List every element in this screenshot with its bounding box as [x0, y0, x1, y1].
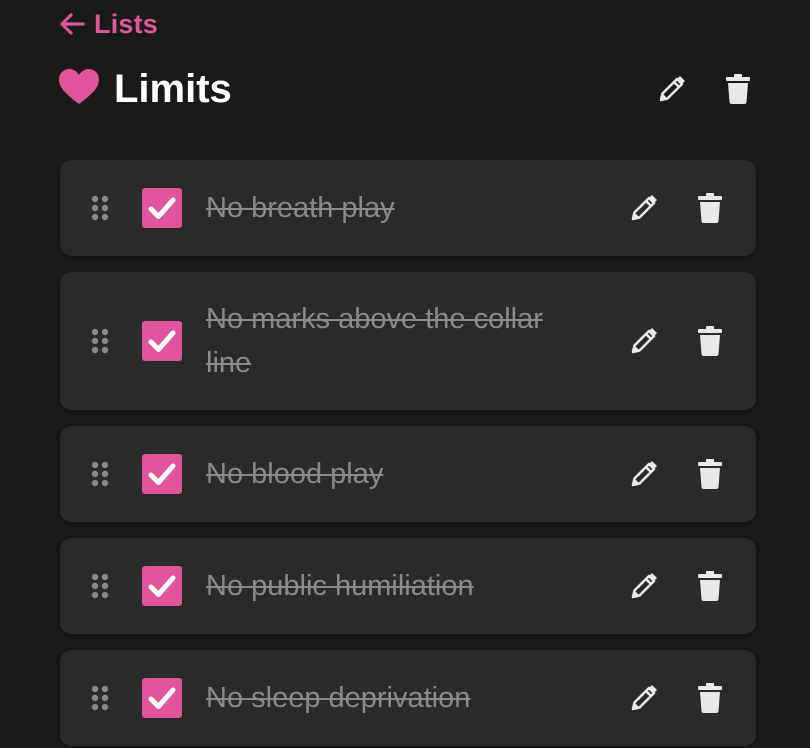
item-text: No blood play [206, 458, 384, 490]
checkmark-icon [148, 196, 176, 220]
trash-icon [725, 73, 751, 105]
checkmark-icon [148, 686, 176, 710]
trash-icon [697, 682, 723, 714]
item-checkbox[interactable] [142, 321, 182, 361]
delete-item-button[interactable] [690, 321, 730, 361]
edit-item-button[interactable] [624, 678, 664, 718]
delete-item-button[interactable] [690, 188, 730, 228]
page-title: Limits [114, 66, 232, 111]
heart-icon [58, 68, 100, 111]
item-checkbox[interactable] [142, 678, 182, 718]
limits-list: No breath play No marks above the collar… [60, 160, 756, 748]
pencil-icon [629, 326, 659, 356]
drag-handle[interactable] [90, 684, 112, 712]
delete-item-button[interactable] [690, 566, 730, 606]
back-link-label: Lists [94, 8, 159, 39]
pencil-icon [629, 459, 659, 489]
list-header: Limits [58, 64, 758, 114]
item-checkbox[interactable] [142, 566, 182, 606]
delete-item-button[interactable] [690, 678, 730, 718]
pencil-icon [629, 683, 659, 713]
item-text: No breath play [206, 192, 395, 224]
list-item: No marks above the collar line [60, 272, 756, 410]
pencil-icon [629, 193, 659, 223]
checkmark-icon [148, 462, 176, 486]
list-item: No public humiliation [60, 538, 756, 634]
arrow-left-icon [58, 12, 86, 36]
trash-icon [697, 458, 723, 490]
drag-handle-icon [90, 460, 110, 488]
checkmark-icon [148, 329, 176, 353]
item-checkbox[interactable] [142, 188, 182, 228]
item-text: No marks above the collar line [206, 303, 543, 379]
drag-handle[interactable] [90, 327, 112, 355]
back-to-lists-link[interactable]: Lists [58, 6, 158, 42]
drag-handle[interactable] [90, 572, 112, 600]
edit-item-button[interactable] [624, 321, 664, 361]
pencil-icon [657, 74, 687, 104]
edit-item-button[interactable] [624, 454, 664, 494]
pencil-icon [629, 571, 659, 601]
trash-icon [697, 192, 723, 224]
drag-handle-icon [90, 572, 110, 600]
trash-icon [697, 325, 723, 357]
list-detail-page: Lists Limits No breath play No marks abo… [0, 0, 810, 748]
drag-handle[interactable] [90, 194, 112, 222]
item-checkbox[interactable] [142, 454, 182, 494]
drag-handle-icon [90, 684, 110, 712]
delete-list-button[interactable] [718, 69, 758, 109]
list-item: No sleep deprivation [60, 650, 756, 746]
edit-list-button[interactable] [652, 69, 692, 109]
edit-item-button[interactable] [624, 566, 664, 606]
drag-handle-icon [90, 327, 110, 355]
delete-item-button[interactable] [690, 454, 730, 494]
item-text: No public humiliation [206, 570, 474, 602]
item-text: No sleep deprivation [206, 682, 471, 714]
list-item: No breath play [60, 160, 756, 256]
edit-item-button[interactable] [624, 188, 664, 228]
drag-handle-icon [90, 194, 110, 222]
trash-icon [697, 570, 723, 602]
list-item: No blood play [60, 426, 756, 522]
checkmark-icon [148, 574, 176, 598]
drag-handle[interactable] [90, 460, 112, 488]
